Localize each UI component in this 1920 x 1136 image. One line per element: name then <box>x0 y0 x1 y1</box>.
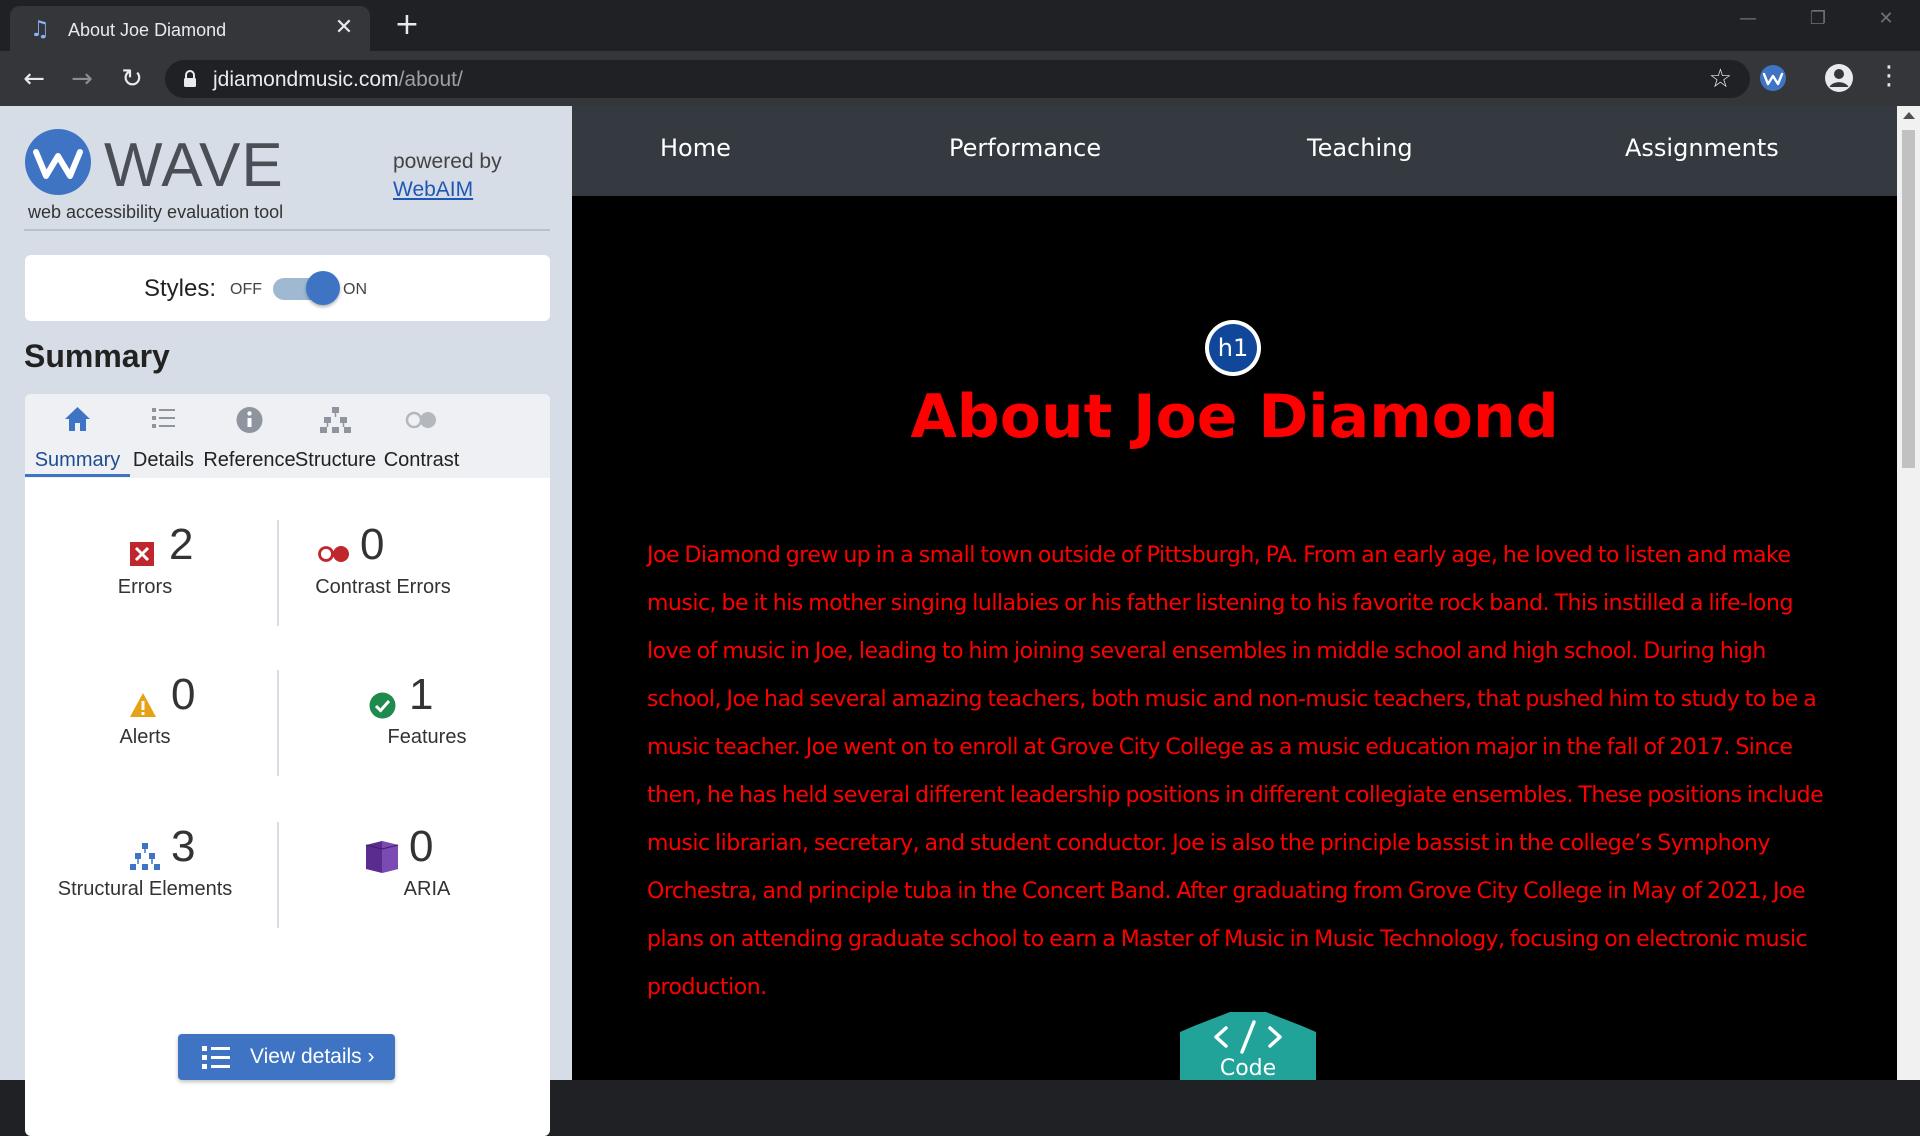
tab-title: About Joe Diamond <box>68 20 227 40</box>
profile-avatar-icon[interactable] <box>1824 63 1854 93</box>
bio-paragraph: Joe Diamond grew up in a small town outs… <box>647 543 1824 1000</box>
view-details-button[interactable]: View details › <box>178 1034 395 1080</box>
contrast-icon <box>405 411 436 429</box>
powered-by-text: powered by <box>393 150 502 173</box>
web-page: Home Performance Teaching Assignments h1… <box>572 106 1897 1080</box>
bookmark-star-icon[interactable]: ☆ <box>1709 64 1732 94</box>
errors-count: 2 <box>169 520 194 569</box>
reload-icon[interactable]: ↻ <box>114 61 150 97</box>
browser-tab[interactable]: ♫ About Joe Diamond ✕ <box>10 6 370 51</box>
divider <box>24 229 550 231</box>
feature-check-icon <box>369 692 396 719</box>
wave-extension-icon[interactable] <box>1758 63 1788 93</box>
browser-menu-icon[interactable]: ⋮ <box>1874 61 1904 97</box>
nav-home[interactable]: Home <box>660 134 731 162</box>
alerts-count: 0 <box>171 670 196 719</box>
contrast-error-icon <box>318 546 349 562</box>
structural-elements-label: Structural Elements <box>57 878 233 900</box>
h1-badge-icon[interactable]: h1 <box>1205 320 1261 376</box>
structure-icon <box>130 843 160 870</box>
divider <box>277 670 279 776</box>
error-icon <box>130 542 154 566</box>
wave-wordmark: WAVE <box>104 131 284 200</box>
view-details-label: View details › <box>250 1045 375 1068</box>
styles-toggle-knob[interactable] <box>306 271 340 305</box>
lock-icon <box>184 70 196 87</box>
wave-logo-icon <box>25 129 91 195</box>
aria-label: ARIA <box>403 878 451 900</box>
forward-icon[interactable]: → <box>64 61 100 97</box>
close-tab-icon[interactable]: ✕ <box>332 16 356 40</box>
scroll-up-arrow-icon[interactable] <box>1903 112 1915 119</box>
tab-contrast[interactable]: Contrast <box>369 394 474 478</box>
styles-off-label: OFF <box>230 281 262 298</box>
wave-tagline: web accessibility evaluation tool <box>28 202 284 222</box>
code-label: Code <box>1219 1056 1277 1080</box>
scrollbar-thumb[interactable] <box>1902 130 1915 468</box>
aria-count: 0 <box>409 822 434 871</box>
music-note-icon: ♫ <box>30 17 50 42</box>
structural-elements-count: 3 <box>171 822 196 871</box>
contrast-errors-label: Contrast Errors <box>315 576 451 598</box>
styles-label: Styles: <box>144 275 217 302</box>
nav-assignments[interactable]: Assignments <box>1625 134 1779 162</box>
browser-titlebar: ♫ About Joe Diamond ✕ + — ❐ ✕ <box>0 0 1920 51</box>
styles-on-label: ON <box>343 281 367 298</box>
minimize-icon[interactable]: — <box>1728 8 1768 38</box>
contrast-errors-count: 0 <box>360 520 385 569</box>
code-toggle-button[interactable]: Code <box>1180 1012 1316 1080</box>
errors-label: Errors <box>117 576 173 598</box>
divider <box>277 520 279 626</box>
url-text[interactable]: jdiamondmusic.com/about/ <box>213 68 463 92</box>
address-bar[interactable]: jdiamondmusic.com/about/ ☆ <box>165 60 1750 98</box>
summary-heading: Summary <box>24 338 170 374</box>
features-count: 1 <box>409 670 434 719</box>
list-icon <box>202 1046 230 1069</box>
new-tab-button[interactable]: + <box>392 10 422 40</box>
back-icon[interactable]: ← <box>16 61 52 97</box>
aria-cube-icon <box>365 841 399 873</box>
page-scrollbar[interactable] <box>1897 106 1920 1080</box>
alert-icon <box>130 693 156 717</box>
summary-panel: Summary Details Reference Structure Cont… <box>25 394 550 1136</box>
wave-sidebar: WAVE web accessibility evaluation tool p… <box>0 106 572 1136</box>
nav-performance[interactable]: Performance <box>949 134 1101 162</box>
site-navbar: Home Performance Teaching Assignments <box>572 106 1897 196</box>
alerts-label: Alerts <box>119 726 171 748</box>
nav-teaching[interactable]: Teaching <box>1307 134 1413 162</box>
wave-tabs: Summary Details Reference Structure Cont… <box>25 394 550 478</box>
divider <box>277 822 279 928</box>
browser-toolbar: ← → ↻ jdiamondmusic.com/about/ ☆ ⋮ <box>0 51 1920 106</box>
webaim-link[interactable]: WebAIM <box>393 178 473 202</box>
page-title: About Joe Diamond <box>910 382 1559 452</box>
features-label: Features <box>387 726 467 748</box>
restore-icon[interactable]: ❐ <box>1798 8 1838 38</box>
close-window-icon[interactable]: ✕ <box>1866 8 1906 38</box>
styles-toggle-card: Styles: OFF ON <box>25 255 550 321</box>
